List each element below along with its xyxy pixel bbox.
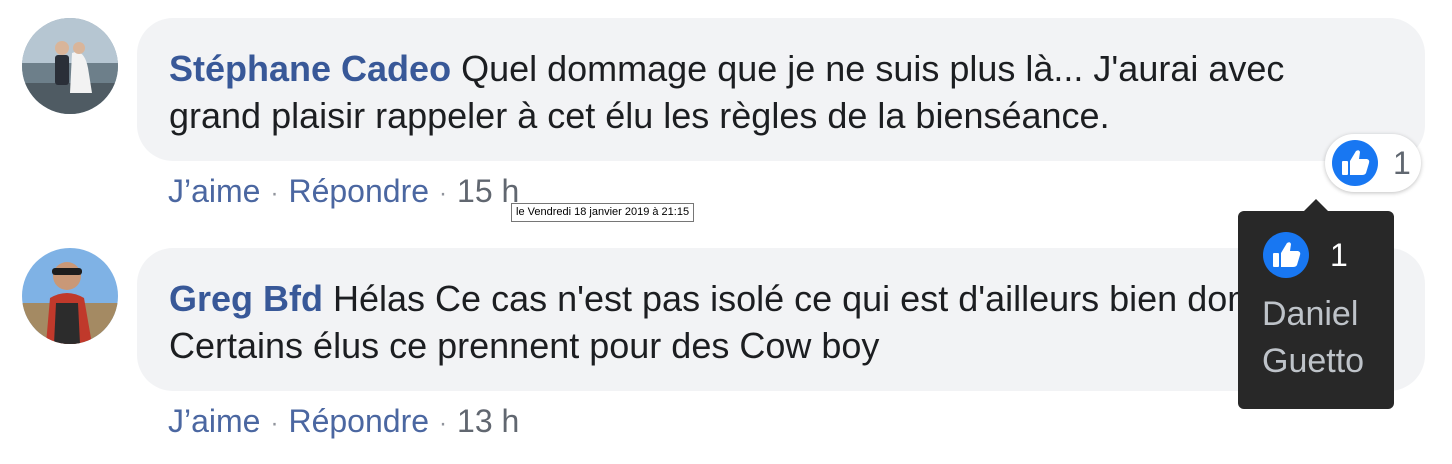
reactor-name: Daniel Guetto [1262, 295, 1365, 380]
avatar-stephane-cadeo[interactable] [22, 18, 118, 114]
tooltip-reaction-count: 1 [1330, 236, 1348, 273]
separator: · [270, 179, 279, 207]
reply-link[interactable]: Répondre [288, 403, 429, 439]
comment-text: Hélas Ce cas n'est pas isolé ce qui est … [169, 278, 1358, 366]
reaction-count: 1 [1393, 144, 1411, 181]
comment-time[interactable]: 13 h [457, 403, 519, 439]
timestamp-tooltip: le Vendredi 18 janvier 2019 à 21:15 [511, 203, 695, 222]
comment-time[interactable]: 15 h [457, 173, 519, 209]
reaction-summary[interactable]: 1 [1325, 134, 1421, 192]
comment-actions: J’aime · Répondre · 13 h [168, 401, 519, 444]
comment-bubble: Stéphane Cadeo Quel dommage que je ne sui… [137, 18, 1425, 161]
comment-actions: J’aime · Répondre · 15 h [168, 171, 519, 214]
separator: · [439, 409, 448, 437]
separator: · [270, 409, 279, 437]
comment-author[interactable]: Greg Bfd [169, 278, 323, 319]
thumbs-up-icon [1332, 140, 1378, 186]
avatar-greg-bfd[interactable] [22, 248, 118, 344]
reply-link[interactable]: Répondre [288, 173, 429, 209]
tooltip-arrow [1304, 199, 1328, 211]
thumbs-up-icon [1263, 232, 1309, 278]
comment-author[interactable]: Stéphane Cadeo [169, 48, 451, 89]
comment-bubble: Greg Bfd Hélas Ce cas n'est pas isolé ce … [137, 248, 1425, 391]
reaction-tooltip: 1 Daniel Guetto [1238, 199, 1394, 409]
like-link[interactable]: J’aime [168, 173, 260, 209]
like-link[interactable]: J’aime [168, 403, 260, 439]
separator: · [439, 179, 448, 207]
